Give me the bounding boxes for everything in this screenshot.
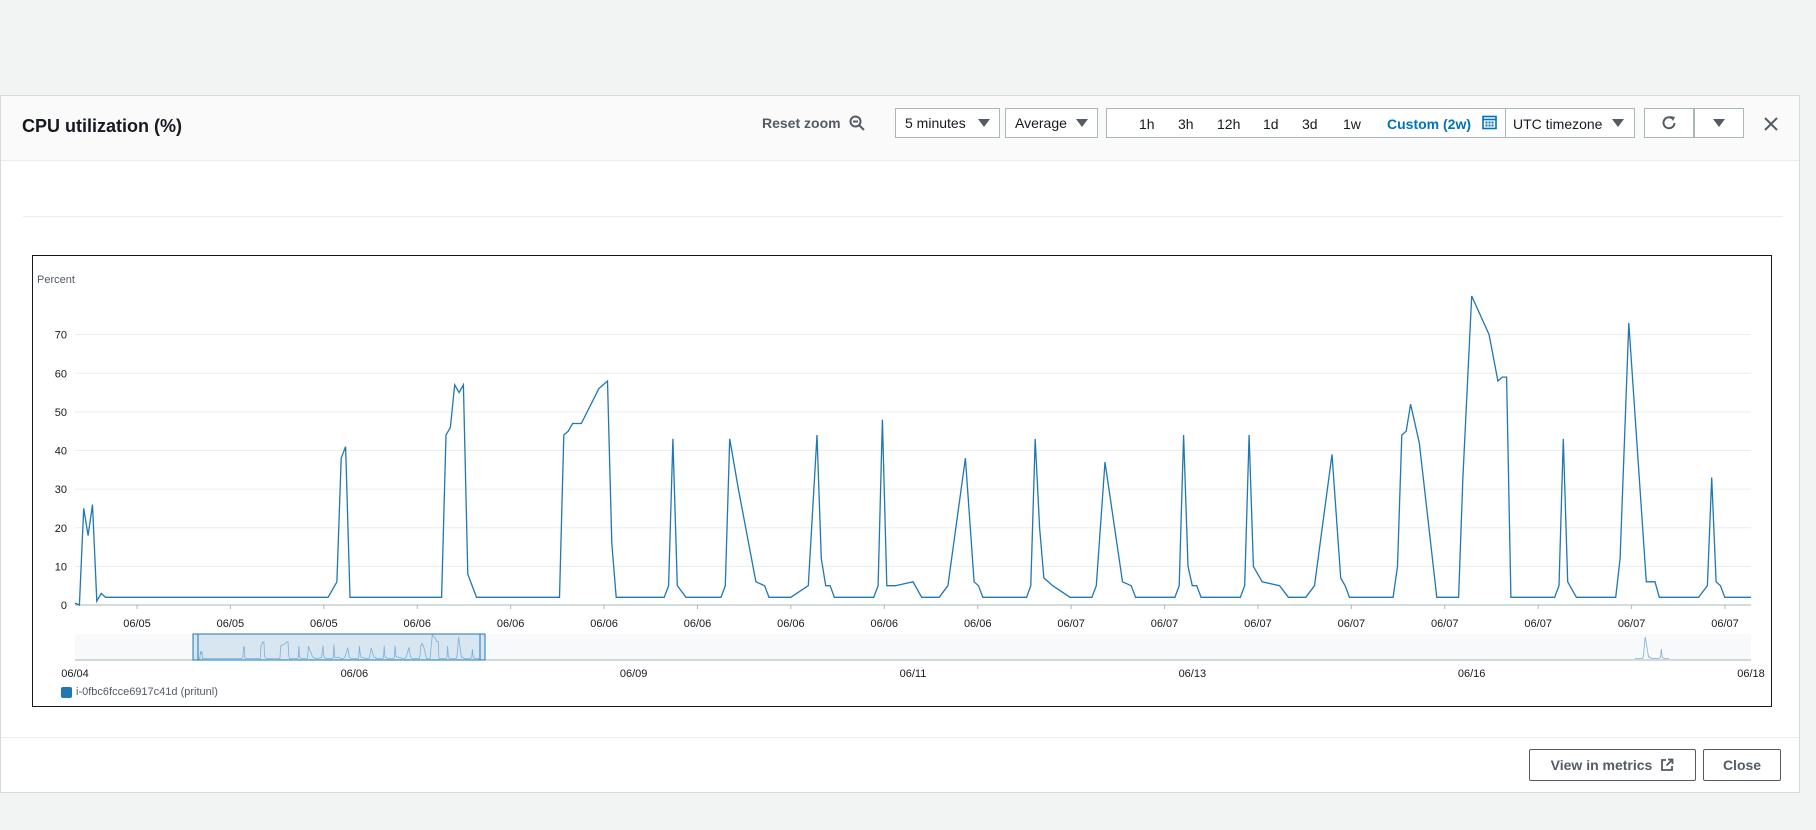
navigator-tick-label: 06/04 xyxy=(61,668,89,680)
x-tick-label: 06/05 xyxy=(123,618,151,630)
x-tick-label: 06/06 xyxy=(871,618,899,630)
x-tick-label: 06/06 xyxy=(403,618,431,630)
x-tick-label: 06/07 xyxy=(1151,618,1179,630)
period-value: 5 minutes xyxy=(905,115,966,131)
refresh-icon xyxy=(1662,116,1676,130)
range-12h[interactable]: 12h xyxy=(1217,116,1240,132)
y-tick-label: 40 xyxy=(55,446,67,458)
refresh-options-button[interactable] xyxy=(1694,108,1744,138)
navigator-tick-label: 06/16 xyxy=(1458,668,1486,680)
range-1h[interactable]: 1h xyxy=(1139,116,1155,132)
period-select[interactable]: 5 minutes xyxy=(895,108,1000,138)
caret-down-icon xyxy=(978,119,990,127)
caret-down-icon xyxy=(1713,119,1725,127)
refresh-button[interactable] xyxy=(1644,108,1694,138)
navigator-selection xyxy=(194,633,484,661)
y-tick-label: 60 xyxy=(55,368,67,380)
metric-modal: CPU utilization (%) Reset zoom 5 minutes… xyxy=(0,95,1800,793)
range-custom[interactable]: Custom (2w) xyxy=(1387,116,1471,132)
range-1d[interactable]: 1d xyxy=(1263,116,1279,132)
view-in-metrics-button[interactable]: View in metrics xyxy=(1529,749,1696,781)
x-tick-label: 06/06 xyxy=(590,618,618,630)
x-tick-label: 06/07 xyxy=(1711,618,1739,630)
y-tick-label: 30 xyxy=(55,484,67,496)
caret-down-icon xyxy=(1076,119,1088,127)
footer-divider xyxy=(1,737,1799,738)
external-link-icon xyxy=(1661,758,1674,771)
navigator-handle-right xyxy=(479,633,486,661)
chart-legend[interactable]: i-0fbc6fcce6917c41d (pritunl) xyxy=(61,686,218,698)
navigator-tick-label: 06/18 xyxy=(1737,668,1765,680)
navigator-handle-left xyxy=(192,633,199,661)
x-tick-label: 06/07 xyxy=(1524,618,1552,630)
y-tick-label: 0 xyxy=(61,600,67,612)
cpu-line-chart[interactable]: Percent 0 10 20 30 40 50 60 70 06/05 06/05 06/05 06/… xyxy=(33,256,1771,706)
modal-header: CPU utilization (%) Reset zoom 5 minutes… xyxy=(1,96,1799,161)
x-tick-label: 06/07 xyxy=(1618,618,1646,630)
view-in-metrics-label: View in metrics xyxy=(1550,757,1653,773)
navigator-tick-label: 06/13 xyxy=(1179,668,1207,680)
y-tick-label: 50 xyxy=(55,407,67,419)
range-1w[interactable]: 1w xyxy=(1343,116,1361,132)
reset-zoom-label: Reset zoom xyxy=(762,115,841,131)
range-3d[interactable]: 3d xyxy=(1302,116,1318,132)
close-icon[interactable] xyxy=(1764,117,1778,131)
x-tick-label: 06/07 xyxy=(1244,618,1272,630)
navigator-tick-label: 06/11 xyxy=(900,668,927,680)
x-tick-label: 06/06 xyxy=(777,618,805,630)
navigator-tick-label: 06/09 xyxy=(620,668,648,680)
range-3h[interactable]: 3h xyxy=(1178,116,1194,132)
calendar-icon[interactable] xyxy=(1482,115,1497,130)
content-divider xyxy=(23,216,1783,217)
y-tick-label: 10 xyxy=(55,561,67,573)
y-tick-label: 20 xyxy=(55,523,67,535)
statistic-select[interactable]: Average xyxy=(1005,108,1098,138)
caret-down-icon xyxy=(1612,119,1624,127)
legend-label: i-0fbc6fcce6917c41d (pritunl) xyxy=(76,686,218,698)
modal-title: CPU utilization (%) xyxy=(22,116,182,136)
zoom-out-icon xyxy=(849,115,865,131)
x-tick-label: 06/06 xyxy=(684,618,712,630)
y-axis-label: Percent xyxy=(37,274,75,286)
reset-zoom-button[interactable]: Reset zoom xyxy=(762,115,865,131)
statistic-value: Average xyxy=(1015,115,1067,131)
close-button[interactable]: Close xyxy=(1703,749,1781,781)
timezone-select[interactable]: UTC timezone xyxy=(1513,116,1602,132)
range-divider xyxy=(1505,109,1506,137)
x-tick-label: 06/05 xyxy=(310,618,338,630)
navigator-tick-label: 06/06 xyxy=(341,668,369,680)
chart-container: Percent 0 10 20 30 40 50 60 70 06/05 06/05 06/05 06/… xyxy=(32,255,1772,707)
legend-swatch xyxy=(61,686,72,698)
x-tick-label: 06/06 xyxy=(964,618,992,630)
x-tick-label: 06/07 xyxy=(1338,618,1366,630)
x-tick-label: 06/07 xyxy=(1431,618,1459,630)
x-tick-label: 06/07 xyxy=(1057,618,1085,630)
x-tick-label: 06/05 xyxy=(217,618,245,630)
x-tick-label: 06/06 xyxy=(497,618,525,630)
time-range-selector: 1h 3h 12h 1d 3d 1w Custom (2w) UTC timez… xyxy=(1106,108,1635,138)
y-tick-label: 70 xyxy=(55,330,67,342)
